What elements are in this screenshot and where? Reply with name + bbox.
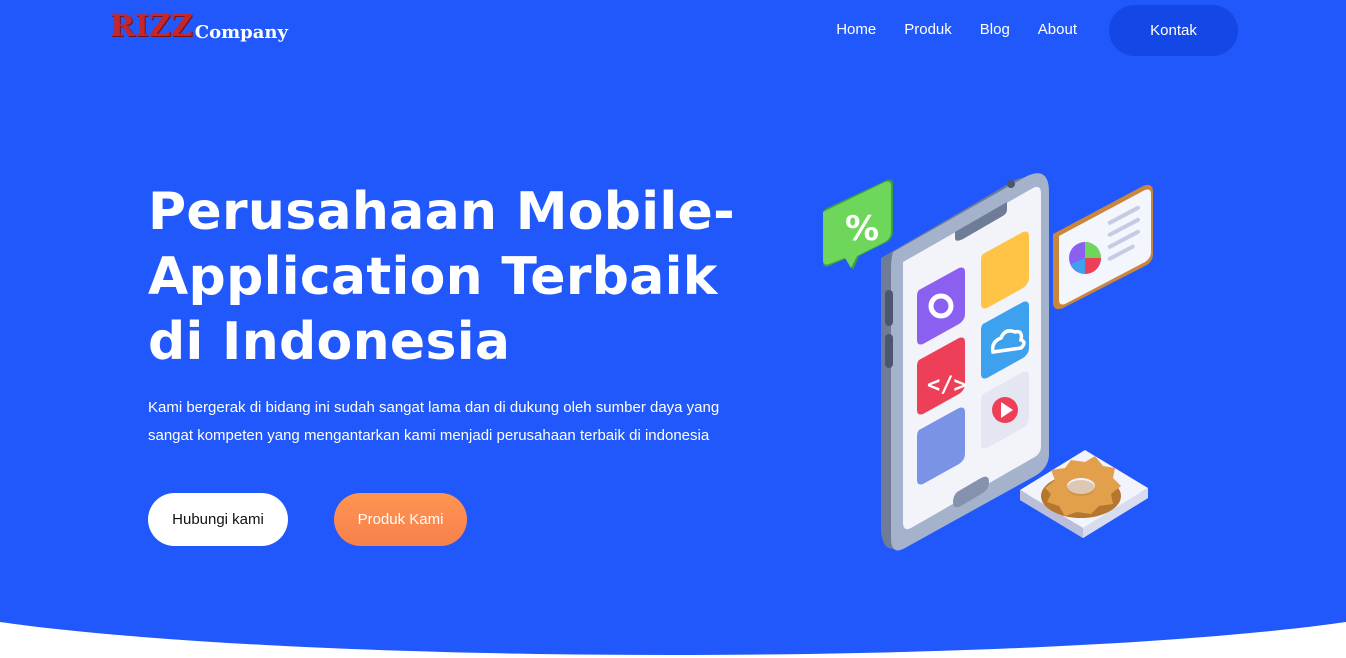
nav-link-home[interactable]: Home (836, 4, 876, 56)
nav-link-blog[interactable]: Blog (980, 4, 1010, 56)
hero-description: Kami bergerak di bidang ini sudah sangat… (148, 399, 720, 444)
logo-primary-text: RIZZ (110, 9, 193, 44)
nav-links: Home Produk Blog About Kontak (808, 4, 1238, 56)
logo[interactable]: RIZZ Company (110, 9, 288, 44)
nav-link-about[interactable]: About (1038, 4, 1077, 56)
navbar: RIZZ Company Home Produk Blog About Kont… (0, 0, 1346, 60)
hero-title: Perusahaan Mobile-Application Terbaik di… (148, 182, 735, 372)
hubungi-kami-button[interactable]: Hubungi kami (148, 493, 288, 546)
kontak-button[interactable]: Kontak (1109, 4, 1238, 56)
hero-section: RIZZ Company Home Produk Blog About Kont… (0, 0, 1346, 658)
nav-link-produk[interactable]: Produk (904, 4, 952, 56)
svg-text:</>: </> (927, 373, 967, 398)
produk-kami-button[interactable]: Produk Kami (334, 493, 467, 546)
percent-badge-icon: % (823, 179, 893, 270)
mobile-app-illustration: </> % (823, 173, 1153, 551)
pie-chart-card-icon (1053, 184, 1153, 310)
logo-secondary-text: Company (194, 22, 288, 43)
svg-text:%: % (845, 209, 879, 249)
